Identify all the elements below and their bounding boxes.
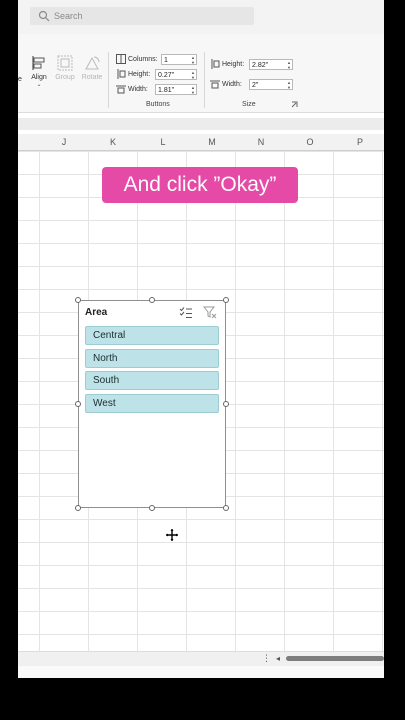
formula-bar-strip: [18, 118, 384, 130]
spinner-arrows-icon[interactable]: ▲ ▼: [287, 80, 291, 90]
move-cursor-icon: [166, 529, 178, 541]
group-label: Group: [55, 74, 75, 81]
column-header-j[interactable]: J: [54, 134, 74, 150]
button-height-label: Height:: [128, 71, 151, 78]
column-header-o[interactable]: O: [300, 134, 320, 150]
ribbon-separator: [108, 52, 109, 108]
columns-icon: [116, 54, 126, 64]
group-icon: [57, 55, 73, 71]
slicer-item-north[interactable]: North: [85, 349, 219, 368]
column-header-row: J K L M N O P: [18, 134, 384, 151]
column-header-p[interactable]: P: [350, 134, 370, 150]
spinner-arrows-icon[interactable]: ▲ ▼: [191, 85, 195, 95]
button-height-spinner[interactable]: 0.27" ▲ ▼: [155, 69, 197, 80]
size-width-spinner[interactable]: 2" ▲ ▼: [249, 79, 293, 90]
align-icon: [32, 56, 45, 70]
resize-handle[interactable]: [75, 505, 81, 511]
spinner-arrows-icon[interactable]: ▲ ▼: [287, 60, 291, 70]
resize-handle[interactable]: [223, 505, 229, 511]
button-width-spinner[interactable]: 1.81" ▲ ▼: [155, 84, 197, 95]
column-header-l[interactable]: L: [153, 134, 173, 150]
spinner-arrows-icon[interactable]: ▲ ▼: [191, 55, 195, 65]
button-width-label: Width:: [128, 86, 148, 93]
multi-select-icon[interactable]: [179, 306, 193, 319]
buttons-group-label: Buttons: [146, 101, 170, 108]
resize-handle[interactable]: [75, 297, 81, 303]
more-options-icon[interactable]: ⋮: [262, 654, 271, 663]
clear-filter-icon[interactable]: [203, 306, 217, 319]
rotate-label: Rotate: [81, 74, 103, 81]
ribbon-partial-label: e: [18, 76, 22, 83]
align-label: Align: [31, 74, 47, 81]
spinner-arrows-icon[interactable]: ▲ ▼: [191, 70, 195, 80]
size-group-label: Size: [242, 101, 256, 108]
slicer-item-south[interactable]: South: [85, 371, 219, 390]
horizontal-scrollbar[interactable]: [286, 656, 384, 661]
search-box[interactable]: Search: [30, 7, 254, 25]
search-placeholder: Search: [54, 11, 83, 21]
button-width-value: 1.81": [158, 87, 175, 94]
button-height-icon: [117, 69, 126, 79]
columns-label: Columns:: [128, 56, 158, 63]
column-header-m[interactable]: M: [202, 134, 222, 150]
excel-window: Search e Align ⌄ Group Rotate Columns: 1…: [18, 0, 384, 678]
title-bar: Search: [18, 0, 384, 34]
resize-handle[interactable]: [149, 505, 155, 511]
columns-value: 1: [164, 57, 168, 64]
rotate-button[interactable]: Rotate: [80, 54, 104, 81]
sheet-bar: ⋮ ◂: [18, 651, 384, 666]
resize-handle[interactable]: [149, 297, 155, 303]
resize-handle[interactable]: [75, 401, 81, 407]
column-header-n[interactable]: N: [251, 134, 271, 150]
search-icon: [38, 10, 50, 22]
dialog-launcher-icon[interactable]: [291, 101, 298, 108]
resize-handle[interactable]: [223, 297, 229, 303]
size-height-label: Height:: [222, 61, 245, 68]
column-header-k[interactable]: K: [103, 134, 123, 150]
size-height-spinner[interactable]: 2.82" ▲ ▼: [249, 59, 293, 70]
size-height-value: 2.82": [252, 62, 269, 69]
slicer-title: Area: [85, 307, 108, 318]
size-width-icon: [210, 80, 220, 89]
slicer-item-central[interactable]: Central: [85, 326, 219, 345]
size-height-icon: [211, 59, 220, 69]
group-button[interactable]: Group: [54, 54, 76, 81]
ribbon-separator: [204, 52, 205, 108]
size-width-label: Width:: [222, 81, 242, 88]
button-width-icon: [116, 85, 126, 94]
size-width-value: 2": [252, 82, 259, 89]
align-button[interactable]: Align ⌄: [28, 54, 50, 88]
instruction-callout: And click ”Okay”: [102, 167, 298, 203]
ribbon: e Align ⌄ Group Rotate Columns: 1 ▲ ▼ He…: [18, 34, 384, 113]
button-height-value: 0.27": [158, 72, 175, 79]
slicer-item-west[interactable]: West: [85, 394, 219, 413]
status-strip: [18, 666, 384, 678]
resize-handle[interactable]: [223, 401, 229, 407]
rotate-icon: [85, 56, 100, 70]
columns-spinner[interactable]: 1 ▲ ▼: [161, 54, 197, 65]
scroll-left-icon[interactable]: ◂: [276, 654, 280, 663]
area-slicer[interactable]: Area Central North South West: [78, 300, 226, 508]
